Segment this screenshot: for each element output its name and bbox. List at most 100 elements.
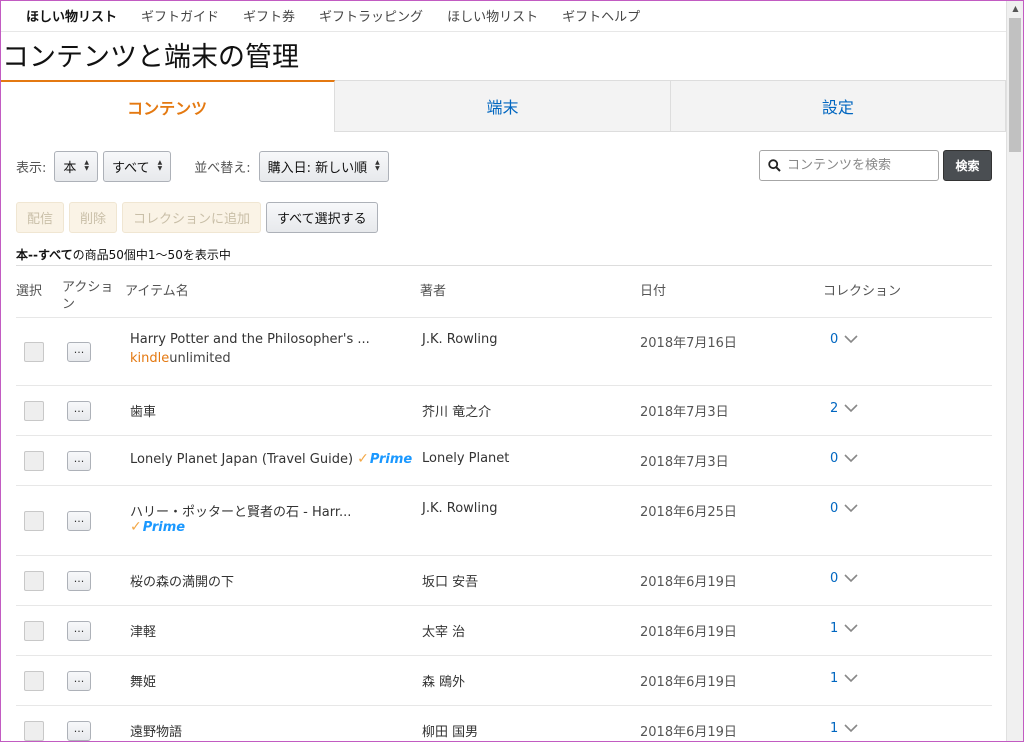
collection-dropdown[interactable]: 1 xyxy=(830,671,858,686)
item-date: 2018年7月3日 xyxy=(640,405,729,420)
header-action-line1: アクショ xyxy=(62,280,114,295)
header-item: アイテム名 xyxy=(125,284,189,299)
item-title[interactable]: 桜の森の満開の下 xyxy=(130,571,234,590)
updown-icon: ▲ ▼ xyxy=(375,159,380,172)
item-date: 2018年6月19日 xyxy=(640,625,737,640)
chevron-down-icon xyxy=(844,674,858,683)
collection-dropdown[interactable]: 1 xyxy=(830,621,858,636)
nav-wishlist[interactable]: ほしい物リスト xyxy=(26,6,117,25)
chevron-down-icon xyxy=(844,504,858,513)
show-label: 表示: xyxy=(16,160,47,176)
row-checkbox[interactable] xyxy=(24,401,44,421)
collection-count: 1 xyxy=(830,621,839,636)
chevron-down-icon xyxy=(844,454,858,463)
row-action-button[interactable]: ... xyxy=(67,671,91,691)
row-action-button[interactable]: ... xyxy=(67,451,91,471)
deliver-button[interactable]: 配信 xyxy=(16,202,65,233)
row-checkbox[interactable] xyxy=(24,511,44,531)
search-box[interactable] xyxy=(759,150,939,181)
item-title[interactable]: Lonely Planet Japan (Travel Guide) xyxy=(130,452,353,467)
kindle-unlimited-badge: kindleunlimited xyxy=(130,351,231,366)
search-input[interactable] xyxy=(787,158,927,173)
collection-dropdown[interactable]: 1 xyxy=(830,721,858,736)
table-row: ... 津軽 太宰 治 2018年6月19日 1 xyxy=(16,606,992,656)
collection-dropdown[interactable]: 0 xyxy=(830,571,858,586)
item-title[interactable]: 歯車 xyxy=(130,401,156,420)
header-select: 選択 xyxy=(16,284,43,299)
prime-check-icon: ✓ xyxy=(130,519,142,535)
row-action-button[interactable]: ... xyxy=(67,621,91,641)
type-select[interactable]: 本 ▲ ▼ xyxy=(54,150,99,182)
top-nav: ほしい物リスト ギフトガイド ギフト券 ギフトラッピング ほしい物リスト ギフト… xyxy=(0,0,1006,32)
table-row: ... ハリー・ポッターと賢者の石 - Harr... ✓ Prime J.K. … xyxy=(16,486,992,556)
item-title[interactable]: 遠野物語 xyxy=(130,721,182,740)
item-author: J.K. Rowling xyxy=(422,332,498,347)
collection-dropdown[interactable]: 2 xyxy=(830,401,858,416)
collection-count: 1 xyxy=(830,671,839,686)
item-title[interactable]: ハリー・ポッターと賢者の石 - Harr... xyxy=(130,501,351,520)
table-row: ... 桜の森の満開の下 坂口 安吾 2018年6月19日 0 xyxy=(16,556,992,606)
results-summary: 本--すべての商品50個中1～50を表示中 xyxy=(16,246,231,263)
prime-check-icon: ✓ xyxy=(357,451,369,467)
filter-bar: 表示: 本 ▲ ▼ すべて ▲ ▼ 並べ替え: 購入日: 新しい順 ▲ ▼ xyxy=(16,150,394,182)
prime-label: Prime xyxy=(142,519,186,535)
row-checkbox[interactable] xyxy=(24,571,44,591)
search-area: 検索 xyxy=(759,150,992,181)
row-action-button[interactable]: ... xyxy=(67,511,91,531)
header-collection: コレクション xyxy=(823,284,902,299)
search-icon xyxy=(768,159,781,172)
scroll-up-arrow-icon[interactable]: ▲ xyxy=(1007,0,1024,17)
item-author: 芥川 竜之介 xyxy=(422,405,492,420)
collection-dropdown[interactable]: 0 xyxy=(830,451,858,466)
nav-gift-wrapping[interactable]: ギフトラッピング xyxy=(319,6,423,25)
table-row: ... Harry Potter and the Philosopher's .… xyxy=(16,318,992,386)
item-date: 2018年6月19日 xyxy=(640,575,737,590)
add-to-collection-button[interactable]: コレクションに追加 xyxy=(122,202,262,233)
collection-dropdown[interactable]: 0 xyxy=(830,332,858,347)
nav-wishlist-2[interactable]: ほしい物リスト xyxy=(447,6,538,25)
item-date: 2018年7月3日 xyxy=(640,455,729,470)
collection-dropdown[interactable]: 0 xyxy=(830,501,858,516)
row-checkbox[interactable] xyxy=(24,621,44,641)
sort-select[interactable]: 購入日: 新しい順 ▲ ▼ xyxy=(258,150,389,182)
collection-count: 0 xyxy=(830,571,839,586)
chevron-down-icon xyxy=(844,335,858,344)
search-button[interactable]: 検索 xyxy=(943,150,992,181)
scope-select[interactable]: すべて ▲ ▼ xyxy=(103,150,172,182)
tab-bar: コンテンツ 端末 設定 xyxy=(0,80,1006,132)
row-checkbox[interactable] xyxy=(24,451,44,471)
kindle-unlimited-word-unlimited: unlimited xyxy=(169,351,231,366)
row-action-button[interactable]: ... xyxy=(67,571,91,591)
type-select-value: 本 xyxy=(63,160,77,176)
scrollbar-thumb[interactable] xyxy=(1009,18,1021,152)
sort-label: 並べ替え: xyxy=(194,160,251,176)
item-title[interactable]: Harry Potter and the Philosopher's ... xyxy=(130,332,370,347)
collection-count: 0 xyxy=(830,451,839,466)
row-action-button[interactable]: ... xyxy=(67,721,91,741)
nav-gift-card[interactable]: ギフト券 xyxy=(243,6,295,25)
tab-settings[interactable]: 設定 xyxy=(670,80,1006,132)
chevron-down-icon xyxy=(844,724,858,733)
row-action-button[interactable]: ... xyxy=(67,342,91,362)
item-author: 太宰 治 xyxy=(422,625,466,640)
item-author: 柳田 国男 xyxy=(422,725,479,740)
tab-content[interactable]: コンテンツ xyxy=(0,80,336,132)
chevron-down-icon xyxy=(844,574,858,583)
row-checkbox[interactable] xyxy=(24,671,44,691)
item-date: 2018年6月25日 xyxy=(640,505,737,520)
item-title[interactable]: 舞姫 xyxy=(130,671,156,690)
nav-gift-guide[interactable]: ギフトガイド xyxy=(141,6,219,25)
row-checkbox[interactable] xyxy=(24,342,44,362)
collection-count: 2 xyxy=(830,401,839,416)
select-all-button[interactable]: すべて選択する xyxy=(266,202,378,233)
item-title[interactable]: 津軽 xyxy=(130,621,156,640)
sort-select-value: 購入日: 新しい順 xyxy=(267,160,368,176)
kindle-unlimited-word-kindle: kindle xyxy=(130,351,170,366)
table-row: ... 遠野物語 柳田 国男 2018年6月19日 1 xyxy=(16,706,992,742)
nav-gift-help[interactable]: ギフトヘルプ xyxy=(562,6,640,25)
row-checkbox[interactable] xyxy=(24,721,44,741)
row-action-button[interactable]: ... xyxy=(67,401,91,421)
vertical-scrollbar[interactable]: ▲ xyxy=(1006,0,1023,742)
delete-button[interactable]: 削除 xyxy=(69,202,118,233)
tab-devices[interactable]: 端末 xyxy=(335,80,671,132)
